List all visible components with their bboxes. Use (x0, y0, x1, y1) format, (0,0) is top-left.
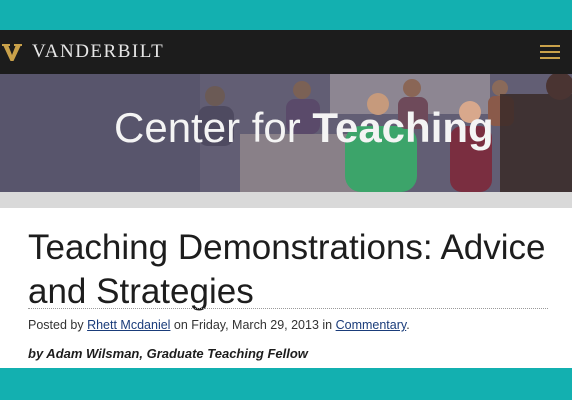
vanderbilt-v-icon[interactable] (2, 42, 22, 62)
article-title: Teaching Demonstrations: Advice and Stra… (28, 228, 546, 311)
site-header: VANDERBILT (0, 30, 572, 74)
meta-date: on Friday, March 29, 2013 in (170, 318, 336, 332)
category-link[interactable]: Commentary (336, 318, 407, 332)
title-divider (28, 308, 548, 309)
meta-end: . (406, 318, 410, 332)
section-divider (0, 192, 572, 208)
article-content: Teaching Demonstrations: Advice and Stra… (0, 208, 572, 368)
frame-bottom-border (0, 368, 572, 400)
article-byline: by Adam Wilsman, Graduate Teaching Fello… (28, 346, 308, 361)
brand-wordmark[interactable]: VANDERBILT (32, 42, 164, 62)
post-meta: Posted by Rhett Mcdaniel on Friday, Marc… (28, 317, 410, 333)
author-link[interactable]: Rhett Mcdaniel (87, 318, 170, 332)
hero-banner: Center for Teaching (0, 74, 572, 192)
meta-posted-by: Posted by (28, 318, 88, 332)
frame-top-border (0, 0, 572, 30)
hero-title-bold: Teaching (312, 104, 494, 151)
hero-title: Center for Teaching (114, 104, 494, 152)
hero-title-light: Center for (114, 104, 313, 151)
hamburger-menu-icon[interactable] (540, 45, 560, 59)
